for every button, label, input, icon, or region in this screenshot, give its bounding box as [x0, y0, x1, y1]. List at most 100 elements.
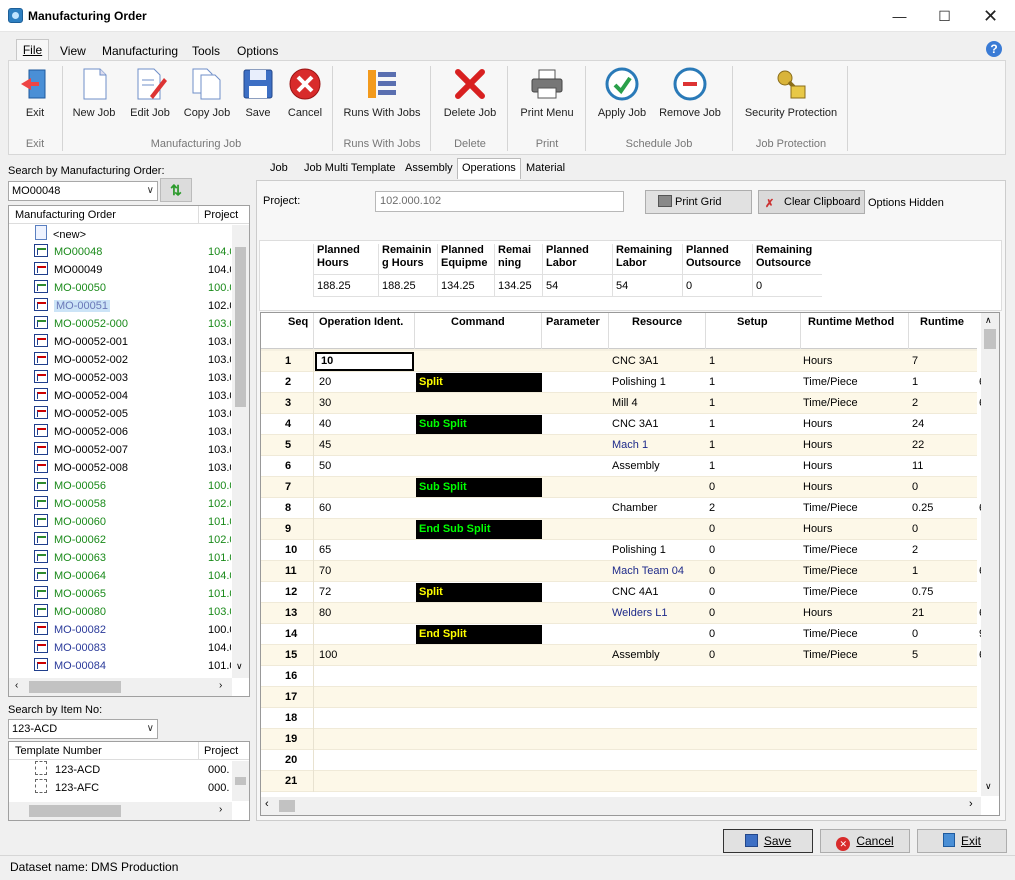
grid-runtime-method[interactable]: Time/Piece — [803, 645, 858, 666]
grid-runtime-method[interactable]: Hours — [803, 435, 832, 456]
grid-operation-ident[interactable]: 60 — [315, 499, 414, 518]
mo-tree-row[interactable]: MO-00052-003 103.0 — [9, 369, 231, 387]
mo-tree-row[interactable]: MO-00082 100.0 — [9, 621, 231, 639]
mo-tree-row[interactable]: MO-00060 101.0 — [9, 513, 231, 531]
grid-row[interactable]: 220SplitPolishing 11Time/Piece16 — [261, 372, 985, 393]
grid-setup[interactable]: 0 — [709, 477, 715, 498]
grid-column-header[interactable]: Parameter — [546, 316, 600, 328]
grid-operation-ident[interactable]: 100 — [315, 646, 414, 665]
grid-setup[interactable]: 0 — [709, 624, 715, 645]
grid-setup[interactable]: 1 — [709, 456, 715, 477]
grid-hscrollbar[interactable]: ‹ › — [261, 797, 981, 815]
grid-resource[interactable]: CNC 3A1 — [612, 414, 658, 435]
template-tree-row[interactable]: 123-AFC 000. — [9, 779, 231, 797]
print-menu-button[interactable]: Print Menu — [516, 66, 578, 119]
grid-operation-ident[interactable] — [315, 688, 414, 707]
grid-row[interactable]: 15100Assembly0Time/Piece56 — [261, 645, 985, 666]
grid-resource[interactable]: Welders L1 — [612, 603, 667, 624]
security-protection-button[interactable]: Security Protection — [742, 66, 840, 119]
grid-operation-ident[interactable] — [315, 667, 414, 686]
mo-tree-row[interactable]: MO-00051 102.0 — [9, 297, 231, 315]
grid-runtime[interactable]: 21 — [912, 603, 924, 624]
mo-tree-scrollbar[interactable]: ∨ — [232, 225, 249, 678]
grid-row[interactable]: 12 72 Split CNC 4A1 0 Time/Piece 0.75 — [261, 582, 977, 603]
scroll-thumb[interactable] — [29, 805, 121, 817]
exit-button[interactable]: Exit — [917, 829, 1007, 853]
save-ribbon-button[interactable]: Save — [240, 66, 276, 119]
grid-operation-ident[interactable] — [315, 709, 414, 728]
grid-column-header[interactable]: Runtime Method — [808, 316, 894, 328]
grid-setup[interactable]: 1 — [709, 351, 715, 372]
grid-resource[interactable]: Mach 1 — [612, 435, 648, 456]
grid-operation-ident[interactable]: 70 — [315, 562, 414, 581]
grid-runtime-method[interactable]: Time/Piece — [803, 540, 858, 561]
grid-operation-ident[interactable]: 40 — [315, 415, 414, 434]
grid-operation-ident[interactable]: 10 — [315, 352, 414, 371]
grid-setup[interactable]: 0 — [709, 582, 715, 603]
grid-setup[interactable]: 1 — [709, 414, 715, 435]
tab-material[interactable]: Material — [522, 159, 569, 179]
chevron-left-icon[interactable]: ‹ — [15, 680, 18, 691]
grid-resource[interactable]: Assembly — [612, 645, 660, 666]
grid-resource[interactable]: CNC 3A1 — [612, 351, 658, 372]
mo-tree-row[interactable]: MO-00080 103.0 — [9, 603, 231, 621]
grid-row[interactable]: 16 — [261, 666, 977, 687]
cancel-button[interactable]: ✕ Cancel — [820, 829, 910, 853]
template-scrollbar[interactable] — [232, 761, 249, 801]
help-icon[interactable]: ? — [986, 41, 1002, 57]
template-hscrollbar[interactable]: › — [9, 802, 232, 820]
grid-runtime-method[interactable]: Time/Piece — [803, 372, 858, 393]
save-button[interactable]: Save — [723, 829, 813, 853]
grid-operation-ident[interactable]: 20 — [315, 373, 414, 392]
mo-tree-hscrollbar[interactable]: ‹ › — [9, 678, 232, 696]
tab-job-multi-template[interactable]: Job Multi Template — [300, 159, 400, 179]
mo-tree-col-project[interactable]: Project — [204, 209, 238, 221]
grid-row[interactable]: 10 65 Polishing 1 0 Time/Piece 2 — [261, 540, 977, 561]
template-tree-row[interactable]: 123-ACD 000. — [9, 761, 231, 779]
chevron-right-icon[interactable]: › — [969, 798, 973, 810]
remove-job-button[interactable]: Remove Job — [656, 66, 724, 119]
grid-runtime-method[interactable]: Hours — [803, 414, 832, 435]
mo-tree-row[interactable]: MO-00052-007 103.0 — [9, 441, 231, 459]
grid-runtime[interactable]: 5 — [912, 645, 918, 666]
grid-operation-ident[interactable] — [315, 478, 414, 497]
grid-column-header[interactable]: Seq — [288, 316, 308, 328]
grid-runtime-method[interactable]: Hours — [803, 477, 832, 498]
grid-resource[interactable]: Assembly — [612, 456, 660, 477]
grid-vscrollbar[interactable]: ∧ ∨ — [981, 313, 999, 796]
grid-runtime[interactable]: 0 — [912, 477, 918, 498]
chevron-up-icon[interactable]: ∧ — [985, 315, 992, 326]
refresh-icon[interactable]: ⇅ — [160, 178, 192, 202]
new-job-button[interactable]: New Job — [70, 66, 118, 119]
grid-runtime-method[interactable]: Time/Piece — [803, 561, 858, 582]
grid-setup[interactable]: 2 — [709, 498, 715, 519]
grid-runtime-method[interactable]: Time/Piece — [803, 498, 858, 519]
scroll-thumb[interactable] — [235, 777, 246, 785]
runs-with-jobs-button[interactable]: Runs With Jobs — [340, 66, 424, 119]
grid-operation-ident[interactable]: 45 — [315, 436, 414, 455]
grid-setup[interactable]: 0 — [709, 561, 715, 582]
grid-row[interactable]: 6 50 Assembly 1 Hours 11 — [261, 456, 977, 477]
menu-view[interactable]: View — [60, 44, 86, 58]
grid-runtime[interactable]: 7 — [912, 351, 918, 372]
grid-runtime-method[interactable]: Time/Piece — [803, 624, 858, 645]
grid-column-header[interactable]: Setup — [737, 316, 768, 328]
grid-row[interactable]: 20 — [261, 750, 977, 771]
grid-runtime[interactable]: 2 — [912, 393, 918, 414]
print-grid-button[interactable]: Print Grid — [645, 190, 752, 214]
grid-row[interactable]: 17 — [261, 687, 977, 708]
template-col-project[interactable]: Project — [204, 745, 238, 757]
search-mo-combo[interactable]: MO00048 ∨ — [8, 181, 158, 201]
grid-setup[interactable]: 0 — [709, 603, 715, 624]
menu-tools[interactable]: Tools — [192, 44, 220, 58]
grid-command[interactable]: End Sub Split — [416, 520, 542, 539]
edit-job-button[interactable]: Edit Job — [126, 66, 174, 119]
grid-operation-ident[interactable]: 72 — [315, 583, 414, 602]
grid-operation-ident[interactable] — [315, 520, 414, 539]
grid-resource[interactable]: Chamber — [612, 498, 657, 519]
chevron-right-icon[interactable]: › — [219, 680, 222, 691]
mo-tree-row[interactable]: MO-00084 101.0 — [9, 657, 231, 675]
grid-row[interactable]: 21 — [261, 771, 977, 792]
grid-row[interactable]: 19 — [261, 729, 977, 750]
grid-resource[interactable]: Polishing 1 — [612, 540, 666, 561]
